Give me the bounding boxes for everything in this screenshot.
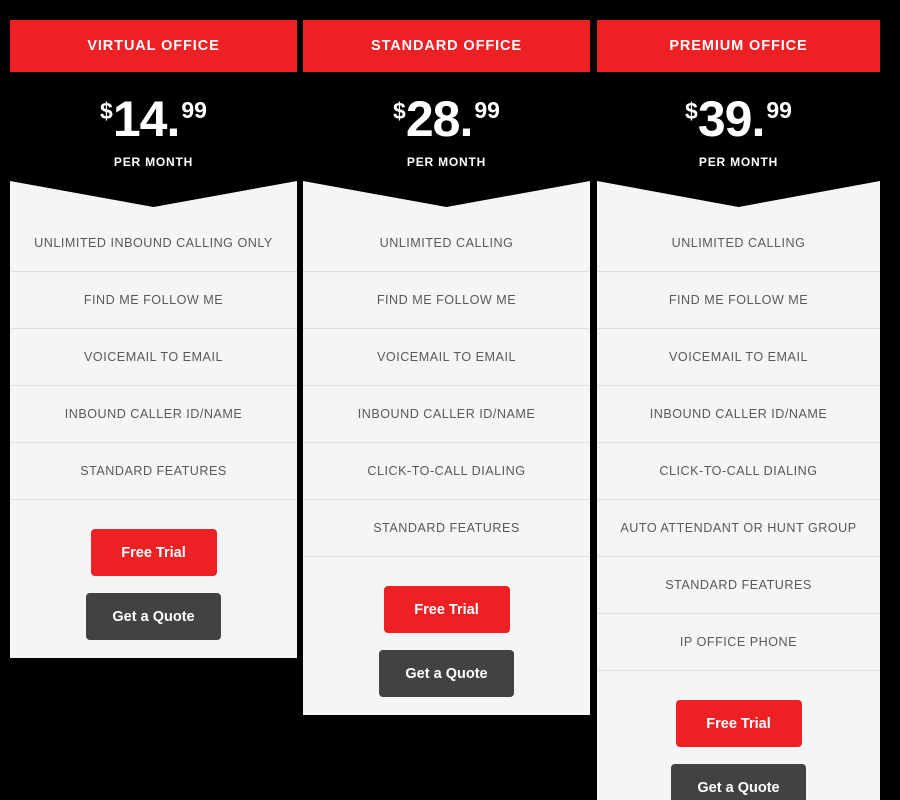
- price-cents: 99: [474, 97, 500, 123]
- free-trial-button[interactable]: Free Trial: [675, 700, 802, 747]
- price-currency-symbol: $: [393, 98, 406, 124]
- feature-row: CLICK-TO-CALL DIALING: [597, 443, 880, 500]
- plan-body-virtual-office: UNLIMITED INBOUND CALLING ONLY FIND ME F…: [10, 215, 297, 658]
- plan-card-standard-office: STANDARD OFFICE $ 28 . 99 PER MONTH UNLI…: [303, 20, 590, 715]
- feature-row: STANDARD FEATURES: [597, 557, 880, 614]
- feature-row: INBOUND CALLER ID/NAME: [303, 386, 590, 443]
- chevron-notch-icon: [10, 181, 297, 215]
- feature-label: AUTO ATTENDANT OR HUNT GROUP: [620, 521, 857, 535]
- feature-label: CLICK-TO-CALL DIALING: [659, 464, 818, 478]
- price-period-label: PER MONTH: [406, 155, 487, 169]
- plan-card-virtual-office: VIRTUAL OFFICE $ 14 . 99 PER MONTH UNLIM…: [10, 20, 297, 658]
- feature-label: INBOUND CALLER ID/NAME: [649, 407, 828, 421]
- feature-list: UNLIMITED CALLING FIND ME FOLLOW ME VOIC…: [597, 215, 880, 671]
- price-currency-symbol: $: [685, 98, 698, 124]
- feature-row: UNLIMITED CALLING: [303, 215, 590, 272]
- free-trial-button[interactable]: Free Trial: [90, 529, 217, 576]
- feature-row: VOICEMAIL TO EMAIL: [303, 329, 590, 386]
- feature-label: STANDARD FEATURES: [80, 464, 227, 478]
- plan-header-premium-office: PREMIUM OFFICE: [597, 20, 880, 72]
- chevron-notch-icon: [303, 181, 590, 215]
- price-currency-symbol: $: [100, 98, 113, 124]
- feature-label: FIND ME FOLLOW ME: [668, 293, 809, 307]
- price-period-label: PER MONTH: [698, 155, 779, 169]
- price-decimal-point: .: [459, 91, 474, 147]
- feature-row: STANDARD FEATURES: [10, 443, 297, 500]
- price-line: $ 28 . 99: [303, 91, 590, 147]
- feature-row: UNLIMITED INBOUND CALLING ONLY: [10, 215, 297, 272]
- feature-label: UNLIMITED INBOUND CALLING ONLY: [34, 236, 273, 250]
- price-line: $ 14 . 99: [10, 91, 297, 147]
- price-decimal-point: .: [751, 91, 766, 147]
- feature-row: FIND ME FOLLOW ME: [303, 272, 590, 329]
- plan-header-standard-office: STANDARD OFFICE: [303, 20, 590, 72]
- feature-label: INBOUND CALLER ID/NAME: [64, 407, 243, 421]
- feature-label: VOICEMAIL TO EMAIL: [377, 350, 516, 364]
- plan-title: VIRTUAL OFFICE: [87, 38, 220, 54]
- feature-label: IP OFFICE PHONE: [679, 635, 798, 649]
- price-cents: 99: [766, 97, 792, 123]
- plan-header-virtual-office: VIRTUAL OFFICE: [10, 20, 297, 72]
- plan-actions: Free Trial Get a Quote: [303, 557, 590, 697]
- plan-actions: Free Trial Get a Quote: [10, 500, 297, 640]
- feature-label: UNLIMITED CALLING: [379, 236, 514, 250]
- feature-label: FIND ME FOLLOW ME: [83, 293, 224, 307]
- feature-label: UNLIMITED CALLING: [671, 236, 806, 250]
- get-a-quote-button[interactable]: Get a Quote: [379, 650, 514, 697]
- feature-row: FIND ME FOLLOW ME: [10, 272, 297, 329]
- pricing-table: VIRTUAL OFFICE $ 14 . 99 PER MONTH UNLIM…: [0, 0, 900, 800]
- feature-list: UNLIMITED CALLING FIND ME FOLLOW ME VOIC…: [303, 215, 590, 557]
- get-a-quote-button[interactable]: Get a Quote: [86, 593, 221, 640]
- feature-row: AUTO ATTENDANT OR HUNT GROUP: [597, 500, 880, 557]
- price-line: $ 39 . 99: [597, 91, 880, 147]
- feature-row: STANDARD FEATURES: [303, 500, 590, 557]
- plan-price-block-standard-office: $ 28 . 99 PER MONTH: [303, 72, 590, 215]
- feature-label: VOICEMAIL TO EMAIL: [669, 350, 808, 364]
- plan-title: STANDARD OFFICE: [371, 38, 522, 54]
- feature-row: UNLIMITED CALLING: [597, 215, 880, 272]
- price-whole: 28: [405, 91, 461, 147]
- feature-row: VOICEMAIL TO EMAIL: [597, 329, 880, 386]
- feature-row: IP OFFICE PHONE: [597, 614, 880, 671]
- feature-label: VOICEMAIL TO EMAIL: [84, 350, 223, 364]
- plan-title: PREMIUM OFFICE: [669, 38, 808, 54]
- price-whole: 14: [112, 91, 168, 147]
- feature-label: STANDARD FEATURES: [665, 578, 812, 592]
- feature-row: VOICEMAIL TO EMAIL: [10, 329, 297, 386]
- price-whole: 39: [697, 91, 753, 147]
- feature-label: STANDARD FEATURES: [373, 521, 520, 535]
- get-a-quote-button[interactable]: Get a Quote: [671, 764, 806, 800]
- plan-price-block-premium-office: $ 39 . 99 PER MONTH: [597, 72, 880, 215]
- price-cents: 99: [181, 97, 207, 123]
- chevron-notch-icon: [597, 181, 880, 215]
- feature-list: UNLIMITED INBOUND CALLING ONLY FIND ME F…: [10, 215, 297, 500]
- plan-body-premium-office: UNLIMITED CALLING FIND ME FOLLOW ME VOIC…: [597, 215, 880, 800]
- feature-row: INBOUND CALLER ID/NAME: [597, 386, 880, 443]
- feature-row: FIND ME FOLLOW ME: [597, 272, 880, 329]
- feature-label: INBOUND CALLER ID/NAME: [357, 407, 536, 421]
- feature-row: INBOUND CALLER ID/NAME: [10, 386, 297, 443]
- plan-actions: Free Trial Get a Quote: [597, 671, 880, 800]
- plan-body-standard-office: UNLIMITED CALLING FIND ME FOLLOW ME VOIC…: [303, 215, 590, 715]
- plan-price-block-virtual-office: $ 14 . 99 PER MONTH: [10, 72, 297, 215]
- free-trial-button[interactable]: Free Trial: [383, 586, 510, 633]
- plan-card-premium-office: PREMIUM OFFICE $ 39 . 99 PER MONTH UNLIM…: [597, 20, 880, 800]
- feature-label: FIND ME FOLLOW ME: [376, 293, 517, 307]
- price-period-label: PER MONTH: [113, 155, 194, 169]
- feature-label: CLICK-TO-CALL DIALING: [367, 464, 526, 478]
- feature-row: CLICK-TO-CALL DIALING: [303, 443, 590, 500]
- price-decimal-point: .: [166, 91, 181, 147]
